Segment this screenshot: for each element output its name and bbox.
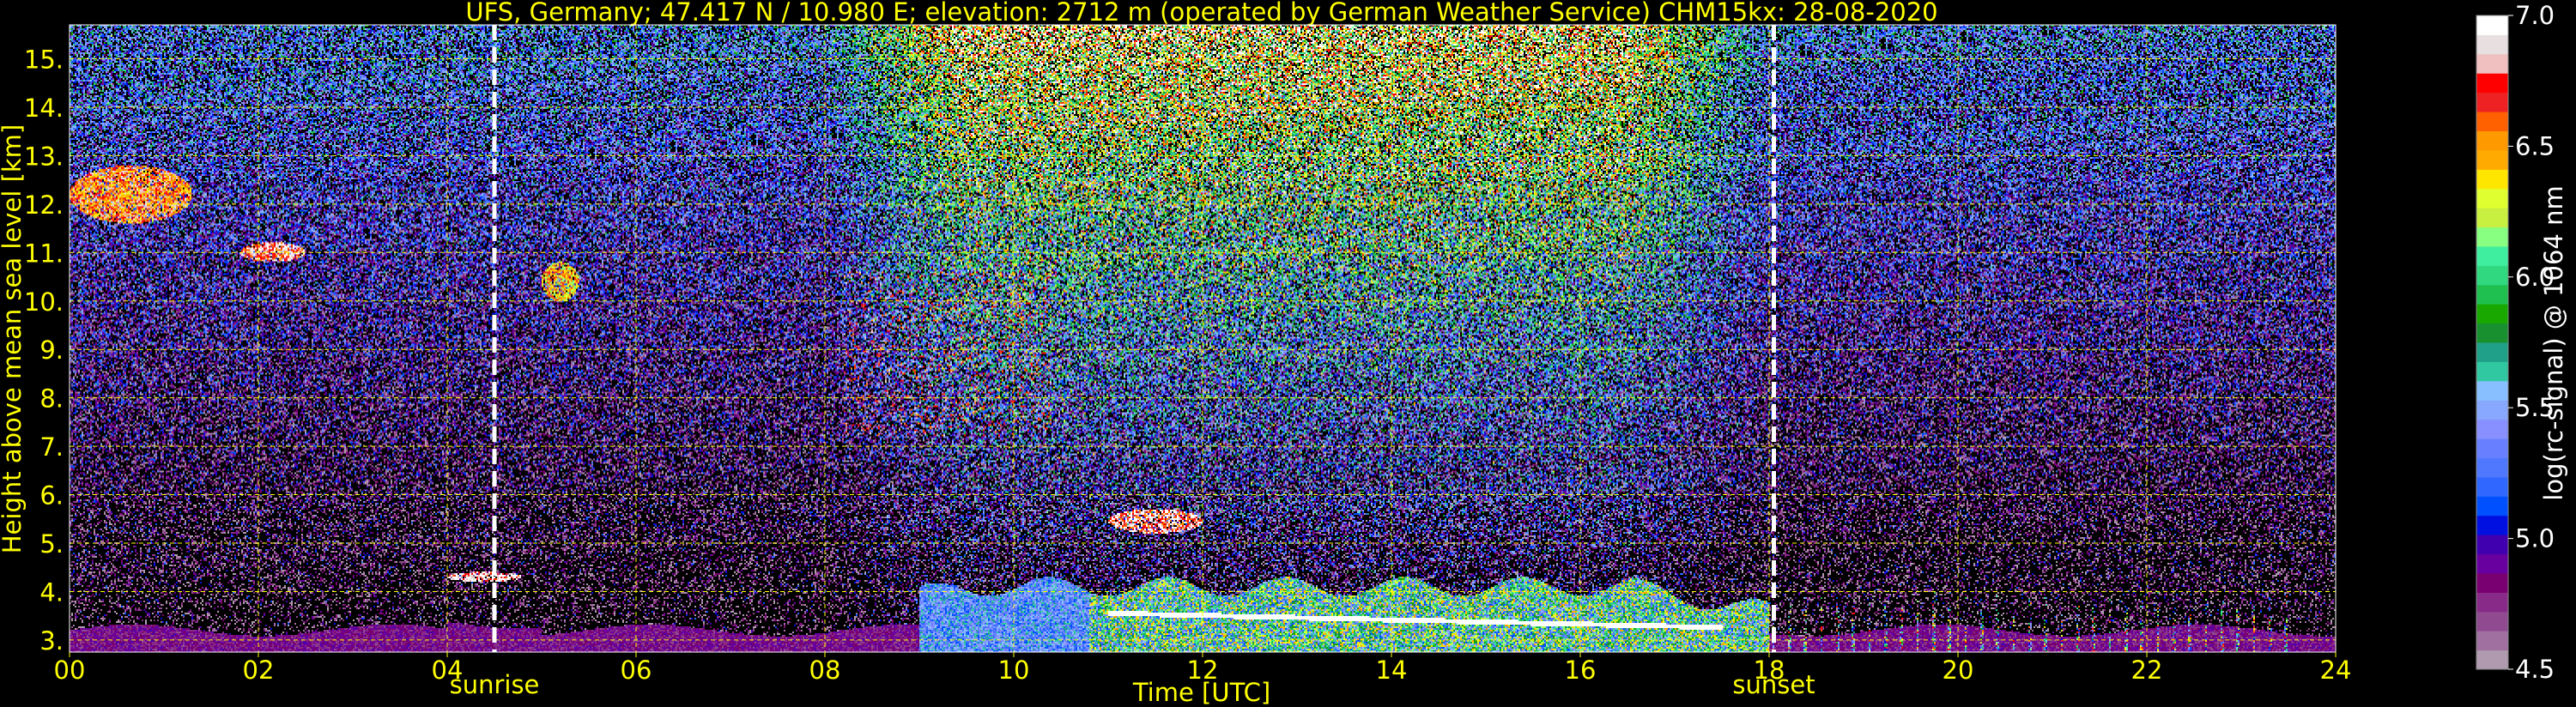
- x-tick-label: 22: [2131, 656, 2163, 685]
- y-tick-label: 12.: [24, 190, 64, 220]
- colorbar-label: log(rc-signal) @ 1064 nm: [2539, 185, 2568, 500]
- colorbar-segment: [2476, 265, 2508, 286]
- colorbar-segment: [2476, 515, 2508, 535]
- y-tick-label: 4.: [39, 577, 64, 607]
- colorbar-segment: [2476, 323, 2508, 343]
- x-tick-label: 14: [1376, 656, 1408, 685]
- x-tick-label: 00: [54, 656, 86, 685]
- colorbar-segment: [2476, 419, 2508, 439]
- x-tick-label: 24: [2320, 656, 2352, 685]
- colorbar-segment: [2476, 227, 2508, 247]
- y-tick-label: 8.: [39, 384, 64, 414]
- colorbar-segment: [2476, 457, 2508, 478]
- colorbar-tick-label: 5.0: [2515, 524, 2555, 553]
- colorbar-segment: [2476, 188, 2508, 208]
- y-tick-label: 5.: [39, 529, 64, 559]
- colorbar-segment: [2476, 284, 2508, 305]
- colorbar-segment: [2476, 572, 2508, 593]
- colorbar-segment: [2476, 342, 2508, 362]
- colorbar-segment: [2476, 130, 2508, 151]
- colorbar-segment: [2476, 438, 2508, 458]
- colorbar-segment: [2476, 553, 2508, 574]
- colorbar-segment: [2476, 15, 2508, 35]
- x-axis-label: Time [UTC]: [1132, 678, 1270, 707]
- colorbar-segment: [2476, 380, 2508, 401]
- y-tick-label: 6.: [39, 481, 64, 511]
- colorbar-tick-label: 4.5: [2515, 655, 2555, 684]
- colorbar-segment: [2476, 400, 2508, 420]
- colorbar-segment: [2476, 169, 2508, 190]
- colorbar-segment: [2476, 631, 2508, 651]
- colorbar-segment: [2476, 476, 2508, 497]
- x-tick-label: 08: [809, 656, 841, 685]
- y-tick-label: 9.: [39, 335, 64, 365]
- colorbar-segment: [2476, 592, 2508, 613]
- y-tick-label: 14.: [24, 94, 64, 123]
- colorbar-segment: [2476, 245, 2508, 266]
- y-tick-label: 10.: [24, 287, 64, 317]
- y-axis-ticks: 3. 4. 5. 6. 7. 8. 9. 10. 11. 12. 13. 14. 15.: [24, 45, 64, 656]
- colorbar-segment: [2476, 361, 2508, 382]
- colorbar-segment: [2476, 496, 2508, 517]
- x-tick-label: 10: [998, 656, 1030, 685]
- x-tick-label: 20: [1943, 656, 1974, 685]
- y-tick-label: 7.: [39, 432, 64, 462]
- colorbar-segment: [2476, 112, 2508, 131]
- y-tick-label: 15.: [24, 45, 64, 75]
- colorbar-segment: [2476, 535, 2508, 555]
- colorbar-segment: [2476, 73, 2508, 94]
- x-tick-label: 04: [432, 656, 464, 685]
- colorbar-segment: [2476, 304, 2508, 324]
- colorbar-tick-label: 6.5: [2515, 131, 2555, 160]
- colorbar-segment: [2476, 53, 2508, 74]
- colorbar-segment: [2476, 34, 2508, 55]
- gridlines: [70, 25, 2336, 652]
- y-axis-label: Height above mean sea level [km]: [0, 124, 27, 553]
- colorbar-segment: [2476, 208, 2508, 228]
- chart-title: UFS, Germany; 47.417 N / 10.980 E; eleva…: [465, 0, 1937, 27]
- colorbar-segment: [2476, 149, 2508, 170]
- x-tick-label: 06: [621, 656, 652, 685]
- colorbar-segment: [2476, 650, 2508, 670]
- y-tick-label: 3.: [39, 626, 64, 656]
- chart-overlay: UFS, Germany; 47.417 N / 10.980 E; eleva…: [0, 0, 2568, 707]
- x-tick-label: 02: [243, 656, 275, 685]
- y-tick-label: 11.: [24, 239, 64, 268]
- colorbar-segment: [2476, 92, 2508, 112]
- sun-markers: sunrise sunset: [450, 25, 1815, 699]
- x-tick-label: 18: [1754, 656, 1785, 685]
- colorbar-segment: [2476, 611, 2508, 631]
- colorbar-tick-label: 7.0: [2515, 1, 2555, 30]
- y-tick-label: 13.: [24, 142, 64, 171]
- x-tick-label: 16: [1565, 656, 1597, 685]
